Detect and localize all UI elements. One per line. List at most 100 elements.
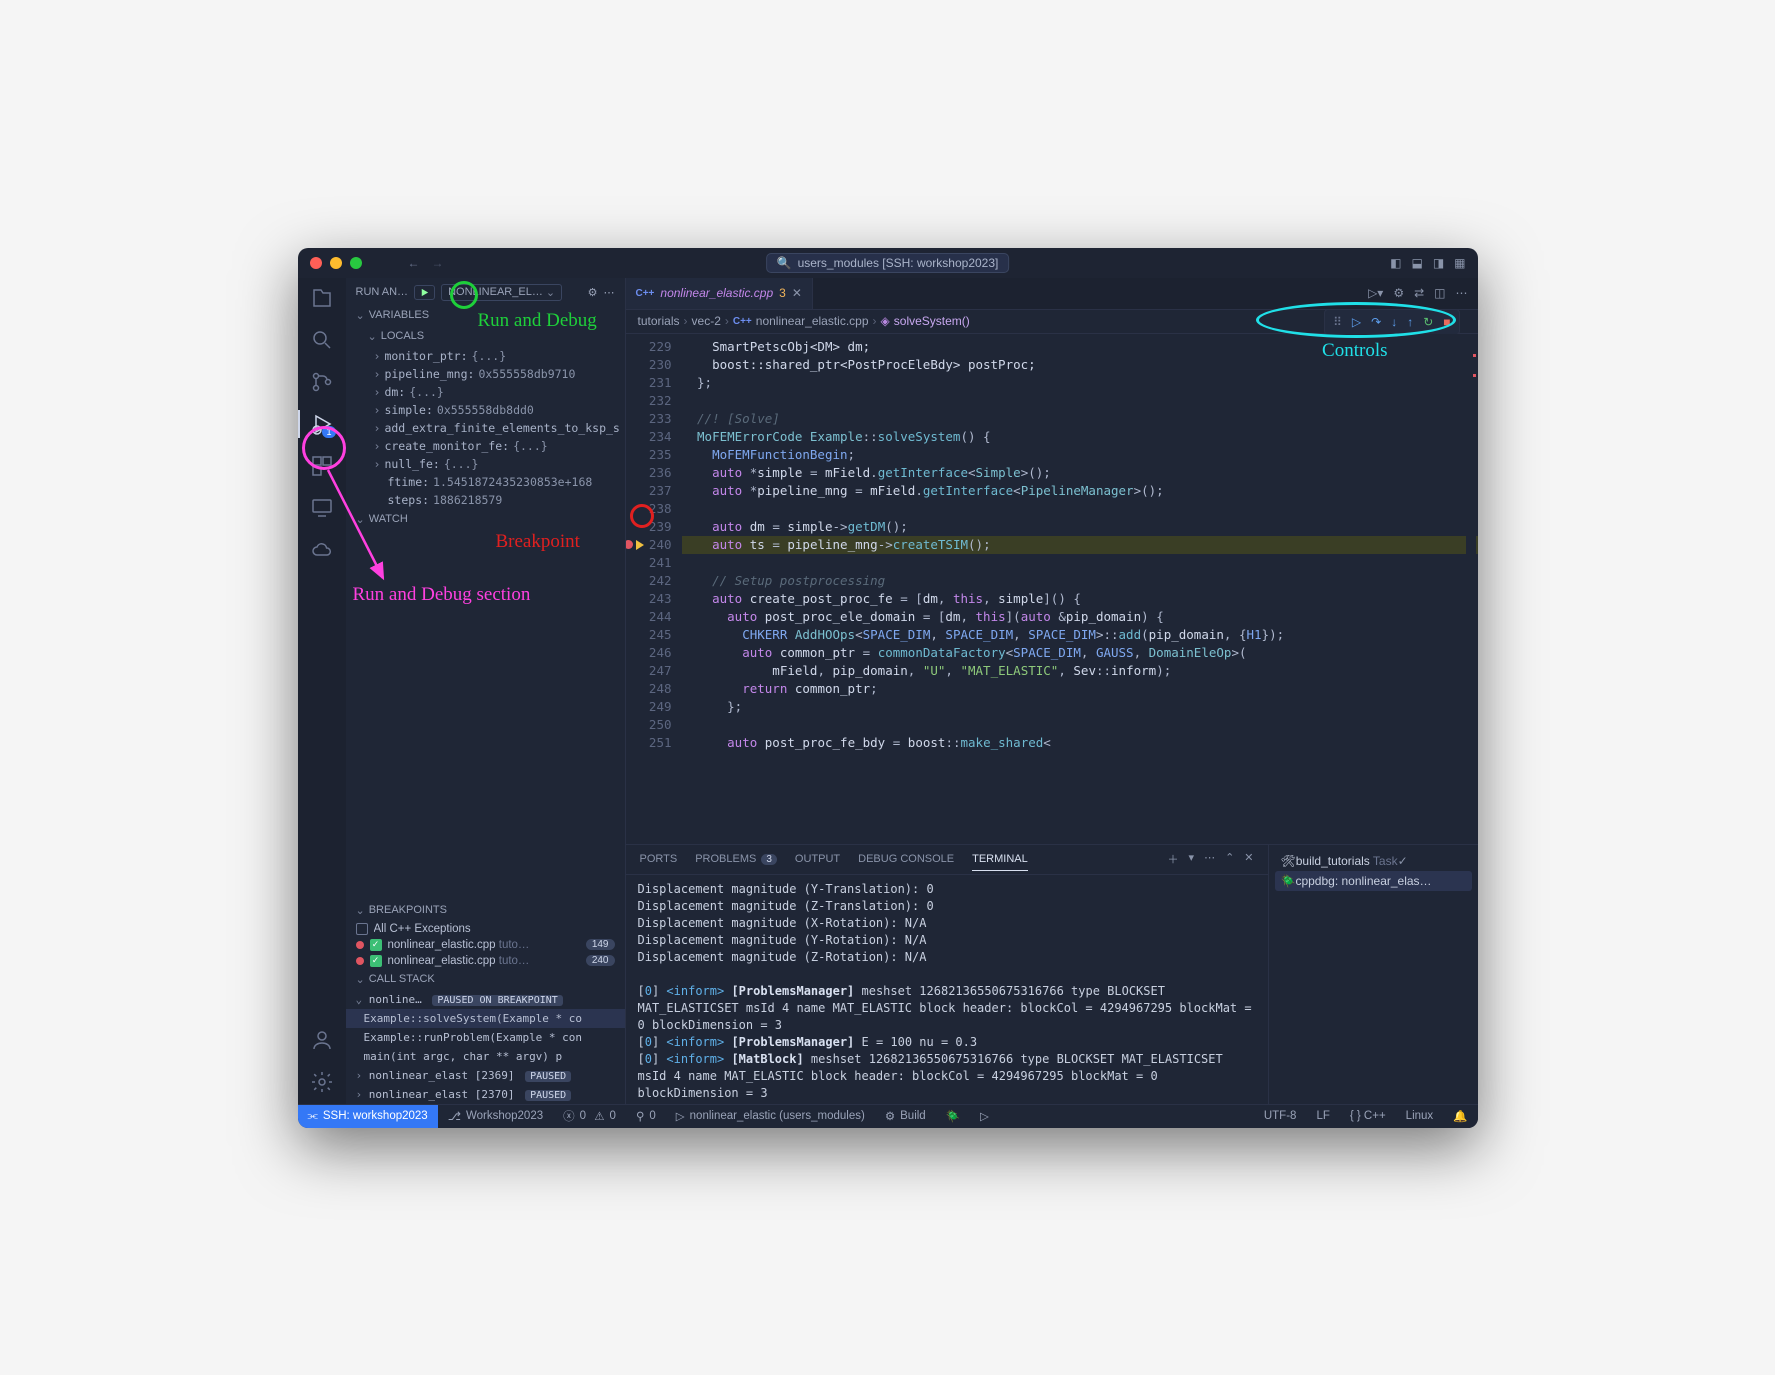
step-over-icon[interactable]: ↷ — [1371, 315, 1381, 329]
extensions-icon[interactable] — [310, 454, 334, 478]
more-icon[interactable]: ⋯ — [1204, 851, 1215, 867]
variable-item[interactable]: › add_extra_finite_elements_to_ksp_s — [360, 419, 625, 437]
errors-warnings[interactable]: ⓧ 0 ⚠ 0 — [553, 1108, 626, 1124]
restart-icon[interactable]: ↻ — [1423, 315, 1433, 329]
bp-all-exceptions[interactable]: All C++ Exceptions — [346, 921, 625, 937]
minimize-window-button[interactable] — [330, 257, 342, 269]
layout-customize-icon[interactable]: ▦ — [1454, 256, 1465, 270]
editor-tab[interactable]: C++ nonlinear_elastic.cpp 3 ✕ — [626, 278, 813, 309]
stack-thread[interactable]: › nonlinear_elast [2369] PAUSED — [346, 1066, 625, 1085]
stack-thread[interactable]: › nonlinear_elast [2370] PAUSED — [346, 1085, 625, 1104]
variable-item[interactable]: › simple: 0x555558db8dd0 — [360, 401, 625, 419]
terminal-task[interactable]: 🪲cppdbg: nonlinear_elas… — [1275, 871, 1472, 891]
stack-frame[interactable]: main(int argc, char ** argv) p — [346, 1047, 625, 1066]
tab-problems[interactable]: PROBLEMS3 — [695, 853, 777, 865]
terminal-output[interactable]: Displacement magnitude (Y-Translation): … — [626, 875, 1268, 1104]
account-icon[interactable] — [310, 1028, 334, 1052]
layout-secondary-icon[interactable]: ◨ — [1433, 256, 1444, 270]
checkbox-checked[interactable]: ✓ — [370, 955, 382, 967]
eol[interactable]: LF — [1306, 1109, 1339, 1123]
nav-back-icon[interactable]: ← — [402, 256, 426, 270]
breakpoints-section[interactable]: ⌄BREAKPOINTS — [346, 900, 625, 921]
tab-output[interactable]: OUTPUT — [795, 853, 840, 865]
variable-item[interactable]: ftime: 1.5451872435230853e+168 — [360, 473, 625, 491]
stop-icon[interactable]: ■ — [1443, 315, 1450, 329]
encoding[interactable]: UTF-8 — [1254, 1109, 1307, 1123]
tab-debug-console[interactable]: DEBUG CONSOLE — [858, 853, 954, 865]
tab-terminal[interactable]: TERMINAL — [972, 853, 1028, 871]
code-content[interactable]: SmartPetscObj<DM> dm; boost::shared_ptr<… — [682, 334, 1478, 844]
drag-handle-icon[interactable]: ⠿ — [1333, 315, 1342, 329]
close-tab-icon[interactable]: ✕ — [792, 286, 802, 300]
close-window-button[interactable] — [310, 257, 322, 269]
variable-item[interactable]: › null_fe: {...} — [360, 455, 625, 473]
scm-icon[interactable] — [310, 370, 334, 394]
tab-ports[interactable]: PORTS — [640, 853, 678, 865]
build-button[interactable]: ⚙ Build — [875, 1109, 936, 1123]
gear-icon[interactable]: ⚙ — [588, 286, 598, 299]
paused-on-breakpoint-tag: PAUSED ON BREAKPOINT — [432, 995, 562, 1006]
remote-indicator[interactable]: ⫘ SSH: workshop2023 — [298, 1105, 438, 1128]
stack-frame[interactable]: Example::runProblem(Example * con — [346, 1028, 625, 1047]
layout-primary-icon[interactable]: ◧ — [1390, 256, 1401, 270]
checkbox-checked[interactable]: ✓ — [370, 939, 382, 951]
activity-bar: 1 — [298, 278, 346, 1104]
start-debug-button[interactable] — [414, 285, 435, 300]
gear-icon[interactable]: ⚙ — [1393, 286, 1404, 300]
close-panel-icon[interactable]: ✕ — [1244, 851, 1253, 867]
split-terminal-icon[interactable]: ▾ — [1189, 851, 1195, 867]
command-center[interactable]: 🔍 users_modules [SSH: workshop2023] — [766, 253, 1010, 273]
maximize-window-button[interactable] — [350, 257, 362, 269]
launch-target[interactable]: ▷ nonlinear_elastic (users_modules) — [666, 1109, 875, 1123]
language-mode[interactable]: { } C++ — [1340, 1109, 1396, 1123]
variables-section[interactable]: ⌄VARIABLES — [346, 305, 625, 326]
run-play-icon[interactable]: ▷ — [970, 1109, 999, 1123]
layout-panel-icon[interactable]: ⬓ — [1411, 256, 1422, 270]
line-gutter[interactable]: 2292302312322332342352362372382392402412… — [626, 334, 682, 844]
variable-item[interactable]: steps: 1886218579 — [360, 491, 625, 509]
run-play-icon[interactable]: ▷▾ — [1368, 286, 1383, 300]
checkbox-unchecked[interactable] — [356, 923, 368, 935]
terminal-task[interactable]: 🛠build_tutorials Task✓ — [1275, 851, 1472, 871]
debug-toolbar[interactable]: ⠿ ▷ ↷ ↓ ↑ ↻ ■ — [1324, 309, 1459, 335]
locals-section[interactable]: ⌄Locals — [346, 326, 625, 347]
locals-list: › monitor_ptr: {...}› pipeline_mng: 0x55… — [346, 347, 625, 509]
watch-section[interactable]: ⌄WATCH — [346, 509, 625, 530]
remote-explorer-icon[interactable] — [310, 496, 334, 520]
debug-play-icon[interactable]: 🪲 — [936, 1109, 970, 1123]
breadcrumb[interactable]: tutorials› vec-2› C++ nonlinear_elastic.… — [626, 310, 1478, 334]
callstack-thread[interactable]: ⌄ nonline… PAUSED ON BREAKPOINT — [346, 990, 625, 1009]
cloud-icon[interactable] — [310, 538, 334, 562]
breakpoint-item[interactable]: ✓nonlinear_elastic.cpp tuto…240 — [346, 953, 625, 969]
radio-status[interactable]: ⚲ 0 — [626, 1109, 666, 1123]
variable-item[interactable]: › monitor_ptr: {...} — [360, 347, 625, 365]
code-editor[interactable]: 2292302312322332342352362372382392402412… — [626, 334, 1478, 844]
variable-item[interactable]: › pipeline_mng: 0x555558db9710 — [360, 365, 625, 383]
variable-item[interactable]: › dm: {...} — [360, 383, 625, 401]
step-into-icon[interactable]: ↓ — [1391, 315, 1397, 329]
run-debug-icon[interactable]: 1 — [310, 412, 334, 436]
breakpoint-item[interactable]: ✓nonlinear_elastic.cpp tuto…149 — [346, 937, 625, 953]
window-controls — [310, 257, 362, 269]
step-out-icon[interactable]: ↑ — [1407, 315, 1413, 329]
new-terminal-icon[interactable]: ＋ — [1168, 851, 1179, 867]
continue-icon[interactable]: ▷ — [1352, 315, 1361, 329]
variable-item[interactable]: › create_monitor_fe: {...} — [360, 437, 625, 455]
remote-icon: ⫘ — [308, 1110, 318, 1123]
maximize-panel-icon[interactable]: ⌃ — [1225, 851, 1234, 867]
split-icon[interactable]: ◫ — [1434, 286, 1445, 300]
more-icon[interactable]: ⋯ — [1456, 286, 1468, 300]
os[interactable]: Linux — [1396, 1109, 1444, 1123]
notifications-icon[interactable]: 🔔 — [1443, 1109, 1477, 1123]
stack-frame[interactable]: Example::solveSystem(Example * co — [346, 1009, 625, 1028]
compare-icon[interactable]: ⇄ — [1414, 286, 1424, 300]
git-branch[interactable]: ⎇Workshop2023 — [438, 1109, 553, 1123]
minimap[interactable] — [1466, 334, 1476, 844]
explorer-icon[interactable] — [310, 286, 334, 310]
settings-icon[interactable] — [310, 1070, 334, 1094]
more-icon[interactable]: ⋯ — [604, 286, 615, 299]
debug-config-dropdown[interactable]: nonlinear_el… ⌄ — [441, 284, 562, 301]
search-icon[interactable] — [310, 328, 334, 352]
nav-fwd-icon[interactable]: → — [426, 256, 450, 270]
callstack-section[interactable]: ⌄CALL STACK — [346, 969, 625, 990]
